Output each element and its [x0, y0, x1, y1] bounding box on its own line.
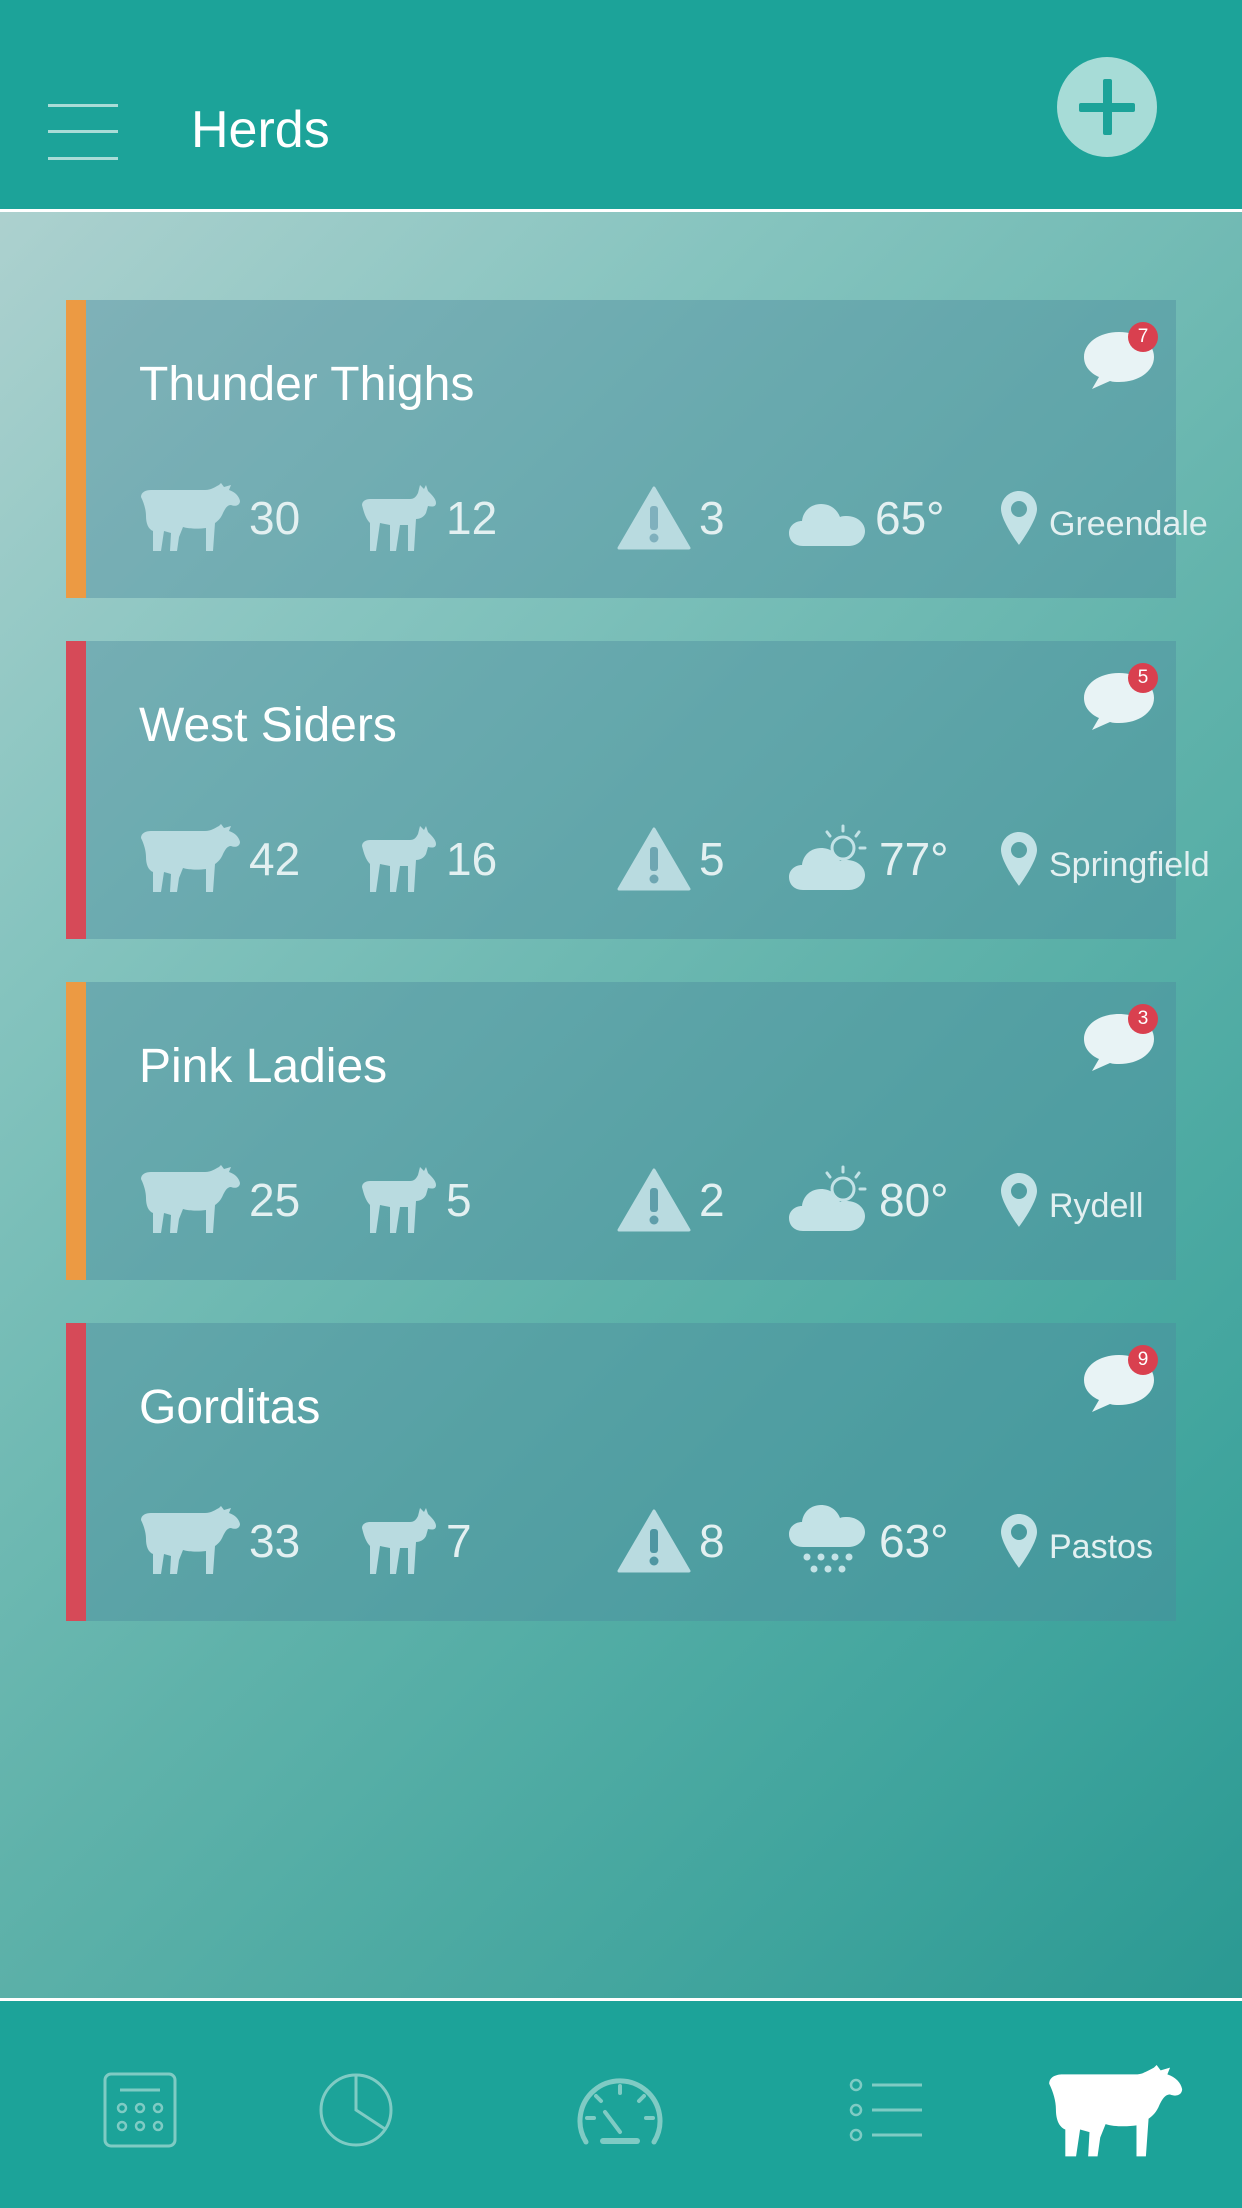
- herd-name: West Siders: [139, 699, 397, 752]
- location-name: Pastos: [1049, 1527, 1153, 1566]
- gauge-icon[interactable]: [572, 2067, 668, 2153]
- messages-icon[interactable]: 5: [1082, 663, 1158, 730]
- cattle-count: 42: [139, 819, 300, 899]
- warning-icon: [617, 827, 691, 891]
- page-title: Herds: [191, 101, 330, 159]
- weather: 77°: [787, 819, 949, 899]
- alert-count: 8: [617, 1501, 725, 1581]
- messages-icon[interactable]: 3: [1082, 1004, 1158, 1071]
- location-name: Springfield: [1049, 845, 1210, 884]
- cow-icon: [141, 1506, 240, 1574]
- cattle-count: 33: [139, 1501, 300, 1581]
- list-icon[interactable]: [846, 2071, 926, 2149]
- message-count-badge: 5: [1128, 663, 1158, 693]
- temperature: 80°: [879, 1174, 949, 1226]
- messages-icon[interactable]: 9: [1082, 1345, 1158, 1412]
- goat-count: 5: [360, 1160, 472, 1240]
- goat-icon: [362, 1508, 436, 1574]
- rain-icon: [789, 1505, 865, 1573]
- alert-value: 5: [699, 833, 725, 885]
- calendar-icon[interactable]: [100, 2067, 180, 2153]
- cattle-value: 33: [249, 1515, 301, 1567]
- cow-icon: [141, 483, 240, 551]
- hamburger-menu-icon[interactable]: [48, 104, 118, 160]
- herd-card[interactable]: Pink Ladies 3 25 5 2 80° Rydell: [66, 982, 1176, 1280]
- map-pin-icon: [1001, 1173, 1037, 1227]
- herd-list: Thunder Thighs 7 30 12 3 65° Greendale W…: [66, 300, 1210, 1664]
- message-count-badge: 9: [1128, 1345, 1158, 1375]
- cattle-value: 42: [249, 833, 301, 885]
- weather: 65°: [787, 478, 945, 558]
- herd-card[interactable]: Gorditas 9 33 7 8 63° Pastos: [66, 1323, 1176, 1621]
- herd-stats: 33 7 8 63° Pastos: [139, 1501, 1169, 1581]
- cow-icon: [141, 1165, 240, 1233]
- weather: 63°: [787, 1501, 949, 1581]
- goat-icon: [362, 1167, 436, 1233]
- app-header: Herds: [0, 0, 1242, 212]
- goat-count: 16: [360, 819, 497, 899]
- herd-stats: 25 5 2 80° Rydell: [139, 1160, 1169, 1240]
- temperature: 65°: [875, 492, 945, 544]
- cattle-value: 25: [249, 1174, 301, 1226]
- status-bar: [66, 1323, 86, 1621]
- message-count-badge: 7: [1128, 322, 1158, 352]
- cloud-icon: [789, 504, 865, 546]
- herd-stats: 42 16 5 77° Springfield: [139, 819, 1210, 899]
- alert-count: 5: [617, 819, 725, 899]
- goat-icon: [362, 826, 436, 892]
- herd-stats: 30 12 3 65° Greendale: [139, 478, 1208, 558]
- cattle-value: 30: [249, 492, 301, 544]
- alert-count: 3: [617, 478, 725, 558]
- cow-icon[interactable]: [1044, 2063, 1186, 2161]
- location: Springfield: [999, 819, 1210, 899]
- status-bar: [66, 641, 86, 939]
- location-name: Rydell: [1049, 1186, 1144, 1225]
- cattle-count: 25: [139, 1160, 300, 1240]
- warning-icon: [617, 486, 691, 550]
- cow-icon: [141, 824, 240, 892]
- temperature: 77°: [879, 833, 949, 885]
- status-bar: [66, 982, 86, 1280]
- status-bar: [66, 300, 86, 598]
- herd-name: Thunder Thighs: [139, 358, 475, 411]
- alert-value: 8: [699, 1515, 725, 1567]
- alert-value: 2: [699, 1174, 725, 1226]
- herd-name: Gorditas: [139, 1381, 321, 1434]
- warning-icon: [617, 1168, 691, 1232]
- pie-chart-icon[interactable]: [316, 2067, 396, 2153]
- goat-count: 7: [360, 1501, 472, 1581]
- warning-icon: [617, 1509, 691, 1573]
- goat-icon: [362, 485, 436, 551]
- location: Rydell: [999, 1160, 1143, 1240]
- goat-value: 12: [446, 492, 498, 544]
- goat-value: 5: [446, 1174, 472, 1226]
- map-pin-icon: [1001, 832, 1037, 886]
- goat-value: 7: [446, 1515, 472, 1567]
- add-herd-button[interactable]: [1057, 57, 1157, 157]
- goat-count: 12: [360, 478, 497, 558]
- bottom-tab-bar: [0, 1998, 1242, 2208]
- herd-card[interactable]: Thunder Thighs 7 30 12 3 65° Greendale: [66, 300, 1208, 598]
- message-count-badge: 3: [1128, 1004, 1158, 1034]
- alert-count: 2: [617, 1160, 725, 1240]
- alert-value: 3: [699, 492, 725, 544]
- partly-sunny-icon: [789, 1165, 867, 1231]
- cattle-count: 30: [139, 478, 300, 558]
- weather: 80°: [787, 1160, 949, 1240]
- partly-sunny-icon: [789, 824, 867, 890]
- messages-icon[interactable]: 7: [1082, 322, 1158, 389]
- temperature: 63°: [879, 1515, 949, 1567]
- herd-name: Pink Ladies: [139, 1040, 388, 1093]
- location: Pastos: [999, 1501, 1153, 1581]
- location-name: Greendale: [1049, 504, 1208, 543]
- herd-card[interactable]: West Siders 5 42 16 5 77° Springfield: [66, 641, 1210, 939]
- map-pin-icon: [1001, 1514, 1037, 1568]
- goat-value: 16: [446, 833, 498, 885]
- map-pin-icon: [1001, 491, 1037, 545]
- location: Greendale: [999, 478, 1208, 558]
